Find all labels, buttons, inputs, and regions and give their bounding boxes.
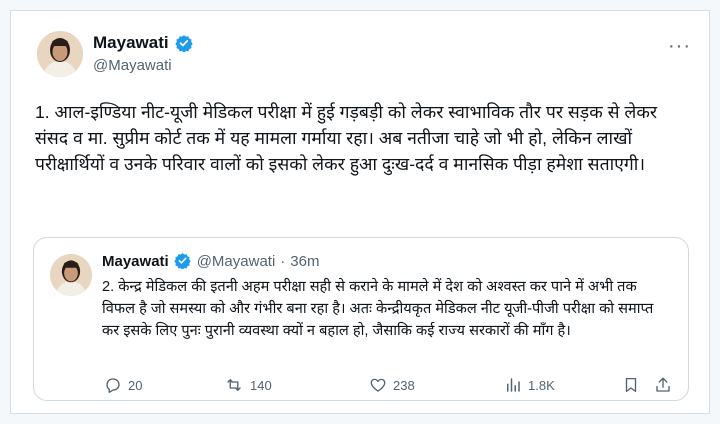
reply-icon	[106, 378, 120, 394]
retweet-button[interactable]: 140	[224, 376, 272, 394]
tweet-text: 1. आल-इण्डिया नीट-यूजी मेडिकल परीक्षा मे…	[35, 102, 658, 174]
author-row: Mayawati	[93, 33, 193, 53]
views-button[interactable]: 1.8K	[504, 376, 555, 394]
like-button[interactable]: 238	[369, 376, 415, 394]
quoted-tweet[interactable]: Mayawati @Mayawati · 36m 2. केन्द्र मेडि…	[33, 237, 689, 401]
bookmark-icon	[625, 377, 637, 393]
quoted-author-row: Mayawati @Mayawati · 36m	[102, 252, 319, 270]
reply-button[interactable]: 20	[104, 376, 142, 394]
retweet-icon	[227, 379, 241, 391]
quoted-tweet-text: 2. केन्द्र मेडिकल की इतनी अहम परीक्षा सह…	[102, 279, 654, 339]
retweet-count: 140	[250, 377, 272, 393]
share-button[interactable]	[654, 376, 672, 394]
views-icon	[507, 378, 520, 392]
quoted-timestamp[interactable]: 36m	[290, 253, 319, 270]
verified-badge-icon	[174, 34, 193, 53]
views-count: 1.8K	[528, 377, 555, 393]
avatar[interactable]	[37, 31, 83, 77]
action-bar: 20 140 238 1.8K	[104, 376, 674, 398]
heart-icon	[370, 378, 386, 392]
quoted-avatar[interactable]	[50, 254, 92, 296]
tweet-card: Mayawati @Mayawati ··· 1. आल-इण्डिया नीट…	[10, 10, 710, 414]
like-count: 238	[393, 377, 415, 393]
author-handle[interactable]: @Mayawati	[93, 57, 172, 74]
quoted-display-name[interactable]: Mayawati	[102, 253, 169, 270]
quoted-handle[interactable]: @Mayawati	[197, 253, 276, 270]
display-name[interactable]: Mayawati	[93, 33, 169, 53]
meta-separator: ·	[280, 252, 286, 270]
share-icon	[656, 377, 670, 392]
more-options-icon[interactable]: ···	[668, 35, 691, 58]
verified-badge-icon	[173, 252, 192, 270]
reply-count: 20	[128, 377, 143, 393]
bookmark-button[interactable]	[622, 376, 640, 394]
